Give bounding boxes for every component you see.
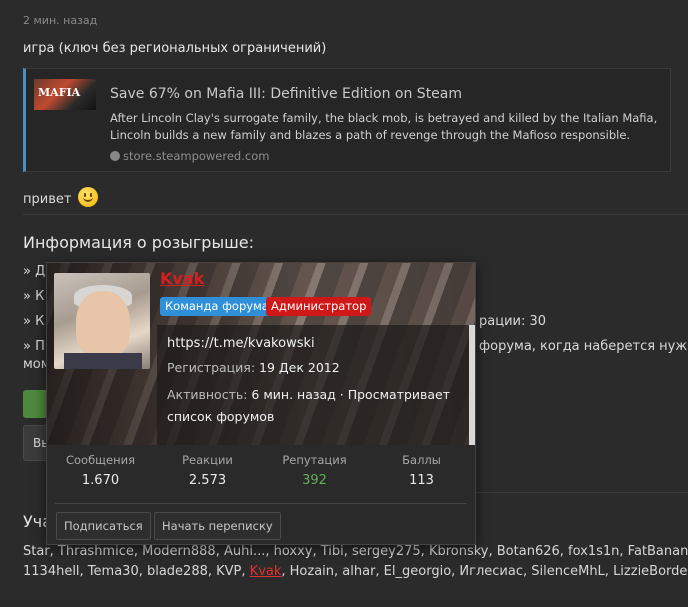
giveaway-bullet-tail: форума, когда наберется нужно bbox=[479, 339, 688, 354]
post-time[interactable]: 2 мин. назад bbox=[23, 14, 97, 27]
member-name[interactable]: Kvak bbox=[160, 269, 204, 288]
post-text-line: игра (ключ без региональных ограничений) bbox=[23, 41, 327, 56]
stat-value: 392 bbox=[302, 473, 327, 488]
stat-value: 113 bbox=[409, 473, 434, 488]
scrollbar[interactable] bbox=[469, 325, 475, 445]
participants-list: Star, Thrashmice, Modern888, Auhi..., ho… bbox=[23, 542, 688, 582]
giveaway-bullet: » Д bbox=[23, 264, 46, 279]
giveaway-bullet-tail: рации: 30 bbox=[479, 314, 547, 329]
stat-messages[interactable]: Сообщения 1.670 bbox=[47, 453, 154, 493]
act-label: Активность: bbox=[167, 387, 248, 402]
giveaway-title: Информация о розыгрыше: bbox=[23, 233, 254, 252]
embed-thumbnail[interactable]: MAFIA bbox=[34, 79, 96, 110]
smile-emoji-icon bbox=[77, 187, 98, 207]
badge-administrator: Администратор bbox=[266, 297, 372, 316]
participants-line: Star, Thrashmice, Modern888, Auhi..., ho… bbox=[23, 544, 688, 559]
giveaway-bullet: » К bbox=[23, 314, 45, 329]
stat-label: Баллы bbox=[402, 453, 441, 467]
member-tooltip-card: Kvak Команда форума Администратор https:… bbox=[46, 262, 476, 545]
participants-names: 1134hell, Tema30, blade288, KVP, bbox=[23, 564, 246, 579]
stat-value: 1.670 bbox=[81, 473, 120, 488]
start-conversation-button[interactable]: Начать переписку bbox=[154, 512, 281, 540]
giveaway-bullet: » К bbox=[23, 289, 45, 304]
greeting-text: привет bbox=[23, 192, 72, 207]
badge-forum-team: Команда форума bbox=[160, 297, 274, 316]
stat-value: 2.573 bbox=[188, 473, 227, 488]
stat-points[interactable]: Баллы 113 bbox=[368, 453, 475, 493]
giveaway-bullet: » П bbox=[23, 339, 45, 354]
participants-line: 1134hell, Tema30, blade288, KVP, Kvak, H… bbox=[23, 562, 688, 582]
stat-label: Репутация bbox=[282, 453, 347, 467]
embed-source-text: store.steampowered.com bbox=[123, 149, 270, 163]
stat-label: Реакции bbox=[182, 453, 233, 467]
embed-title[interactable]: Save 67% on Mafia III: Definitive Editio… bbox=[110, 86, 462, 102]
embed-thumbnail-text: MAFIA bbox=[38, 86, 81, 99]
steam-icon bbox=[110, 151, 120, 161]
member-url[interactable]: https://t.me/kvakowski bbox=[167, 336, 315, 351]
stat-label: Сообщения bbox=[65, 453, 135, 467]
embed-source[interactable]: store.steampowered.com bbox=[110, 149, 269, 163]
section-divider bbox=[470, 492, 688, 493]
member-registration: Регистрация: 19 Дек 2012 bbox=[167, 360, 340, 375]
member-stats: Сообщения 1.670 Реакции 2.573 Репутация 392… bbox=[47, 453, 475, 493]
link-embed[interactable]: MAFIA Save 67% on Mafia III: Definitive … bbox=[23, 68, 671, 172]
stat-reputation[interactable]: Репутация 392 bbox=[261, 453, 368, 493]
user-link-kvak[interactable]: Kvak bbox=[250, 564, 282, 579]
participants-names: , Hozain, alhar, El_georgio, Иглесиас, S… bbox=[281, 564, 688, 579]
subscribe-button[interactable]: Подписаться bbox=[56, 512, 151, 540]
embed-description: After Lincoln Clay's surrogate family, t… bbox=[110, 111, 658, 142]
member-activity: Активность: 6 мин. назад · Просматривает… bbox=[167, 384, 457, 428]
post-greeting: привет bbox=[23, 187, 98, 207]
reg-label: Регистрация: bbox=[167, 360, 256, 375]
avatar[interactable] bbox=[54, 273, 150, 369]
section-divider bbox=[23, 214, 688, 215]
member-info-panel: https://t.me/kvakowski Регистрация: 19 Д… bbox=[157, 325, 475, 445]
reg-value: 19 Дек 2012 bbox=[259, 360, 340, 375]
card-divider bbox=[55, 503, 467, 504]
stat-reactions[interactable]: Реакции 2.573 bbox=[154, 453, 261, 493]
